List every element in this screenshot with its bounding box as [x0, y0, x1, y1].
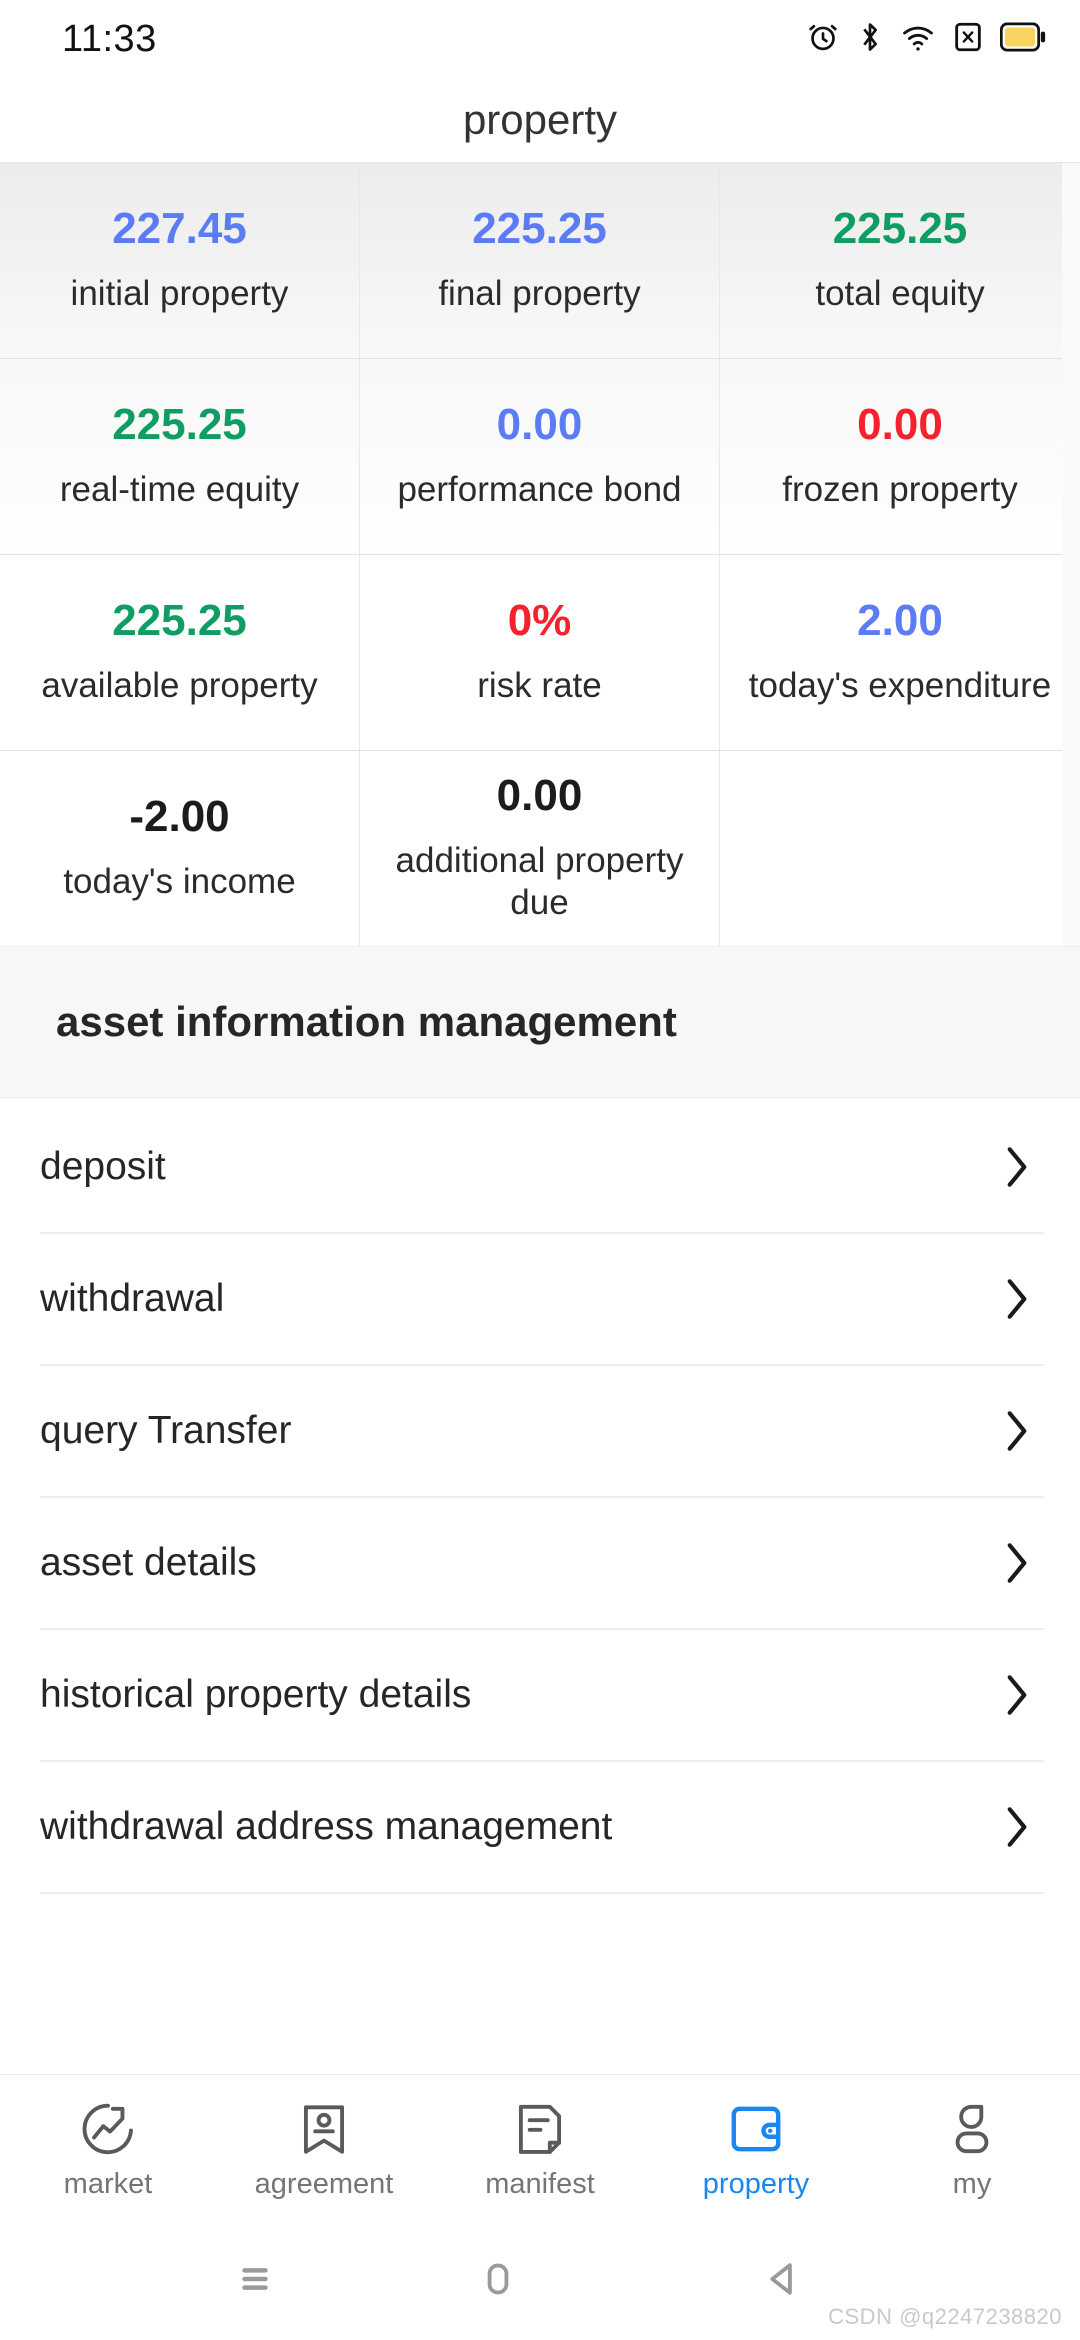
stat-label: today's income [63, 861, 296, 901]
home-icon [475, 2256, 521, 2307]
person-icon [941, 2098, 1003, 2160]
stat-cell-frozen-property: 0.00 frozen property [720, 359, 1080, 555]
chevron-right-icon [1002, 1142, 1032, 1192]
stat-cell-todays-income: -2.00 today's income [0, 751, 360, 946]
battery-icon [999, 22, 1046, 57]
menu-item-historical-property-details[interactable]: historical property details [0, 1630, 1080, 1760]
status-bar-icons [806, 20, 1046, 59]
wifi-icon [900, 20, 936, 59]
sim-disabled-icon [953, 20, 983, 59]
stat-cell-total-equity: 225.25 total equity [720, 163, 1080, 359]
chevron-right-icon [1002, 1802, 1032, 1852]
stat-cell-todays-expenditure: 2.00 today's expenditure [720, 555, 1080, 751]
document-list-icon [509, 2098, 571, 2160]
bottom-tab-bar: market agreement manifest property my [0, 2074, 1080, 2222]
stat-value: 227.45 [112, 203, 247, 253]
stat-label: performance bond [397, 469, 682, 509]
menu-item-asset-details[interactable]: asset details [0, 1498, 1080, 1628]
stat-cell-additional-property-due: 0.00 additional property due [360, 751, 720, 946]
menu-item-label: asset details [40, 1541, 257, 1584]
menu-item-label: withdrawal [40, 1277, 225, 1320]
stat-value: 0.00 [496, 399, 583, 449]
tab-manifest[interactable]: manifest [432, 2075, 648, 2222]
stat-value: 225.25 [832, 203, 968, 253]
bluetooth-icon [857, 20, 883, 59]
menu-item-query-transfer[interactable]: query Transfer [0, 1366, 1080, 1496]
watermark: CSDN @q2247238820 [828, 2304, 1062, 2329]
stat-value: 225.25 [112, 595, 247, 645]
stat-cell-available-property: 225.25 available property [0, 555, 360, 751]
home-button[interactable] [376, 2256, 619, 2307]
stat-cell-real-time-equity: 225.25 real-time equity [0, 359, 360, 555]
chevron-right-icon [1002, 1406, 1032, 1456]
section-header-asset-information-management: asset information management [0, 946, 1080, 1098]
app-header: property [0, 78, 1080, 162]
stat-cell-risk-rate: 0% risk rate [360, 555, 720, 751]
tab-my[interactable]: my [864, 2075, 1080, 2222]
stat-label: final property [438, 273, 641, 313]
stat-value: 225.25 [472, 203, 607, 253]
stat-cell-performance-bond: 0.00 performance bond [360, 359, 720, 555]
stat-value: -2.00 [129, 791, 230, 841]
menu-item-withdrawal[interactable]: withdrawal [0, 1234, 1080, 1364]
market-trend-icon [77, 2098, 139, 2160]
stat-label: initial property [70, 273, 289, 313]
menu-item-label: withdrawal address management [40, 1805, 613, 1848]
bookmark-user-icon [293, 2098, 355, 2160]
stat-label: available property [41, 665, 318, 705]
stat-value: 0% [507, 595, 572, 645]
stat-value: 2.00 [857, 595, 943, 645]
stat-value: 0.00 [857, 399, 943, 449]
menu-item-label: query Transfer [40, 1409, 292, 1452]
menu-item-withdrawal-address-management[interactable]: withdrawal address management [0, 1762, 1080, 1892]
stat-label: total equity [815, 273, 985, 313]
status-bar-clock: 11:33 [62, 17, 157, 60]
stat-cell-initial-property: 227.45 initial property [0, 163, 360, 359]
stat-label: real-time equity [59, 469, 300, 509]
stat-label: frozen property [782, 469, 1018, 509]
section-title: asset information management [56, 998, 677, 1045]
menu-item-deposit[interactable]: deposit [0, 1102, 1080, 1232]
back-button[interactable] [619, 2256, 947, 2307]
tab-label: market [63, 2168, 153, 2200]
tab-market[interactable]: market [0, 2075, 216, 2222]
wallet-icon [725, 2098, 787, 2160]
stat-label: additional property due [395, 841, 684, 922]
stat-cell-final-property: 225.25 final property [360, 163, 720, 359]
alarm-icon [806, 20, 840, 59]
stat-cell-empty [720, 751, 1080, 946]
tab-agreement[interactable]: agreement [216, 2075, 432, 2222]
phone-screen: 11:33 property 227.45 initial property 2… [0, 0, 1080, 2340]
page-title: property [462, 96, 618, 143]
chevron-right-icon [1002, 1274, 1032, 1324]
chevron-right-icon [1002, 1670, 1032, 1720]
recents-button[interactable] [133, 2256, 376, 2307]
tab-property[interactable]: property [648, 2075, 864, 2222]
back-icon [760, 2256, 806, 2307]
property-stat-grid: 227.45 initial property 225.25 final pro… [0, 163, 1080, 946]
recents-icon [232, 2256, 278, 2307]
tab-label: agreement [254, 2168, 394, 2200]
property-summary-panel: 227.45 initial property 225.25 final pro… [0, 162, 1080, 946]
android-navigation-bar: CSDN @q2247238820 [0, 2222, 1080, 2340]
chevron-right-icon [1002, 1538, 1032, 1588]
status-bar: 11:33 [0, 0, 1080, 78]
tab-label: my [952, 2168, 992, 2200]
menu-item-label: deposit [40, 1145, 166, 1188]
asset-menu-list: deposit withdrawal query Transfer asset … [0, 1098, 1080, 2074]
stat-value: 225.25 [112, 399, 247, 449]
tab-label: property [702, 2168, 810, 2200]
menu-divider [40, 1892, 1044, 1894]
stat-value: 0.00 [496, 771, 583, 821]
menu-item-label: historical property details [40, 1673, 472, 1716]
stat-label: today's expenditure [748, 665, 1052, 705]
stat-label: risk rate [477, 665, 602, 705]
tab-label: manifest [485, 2168, 595, 2200]
